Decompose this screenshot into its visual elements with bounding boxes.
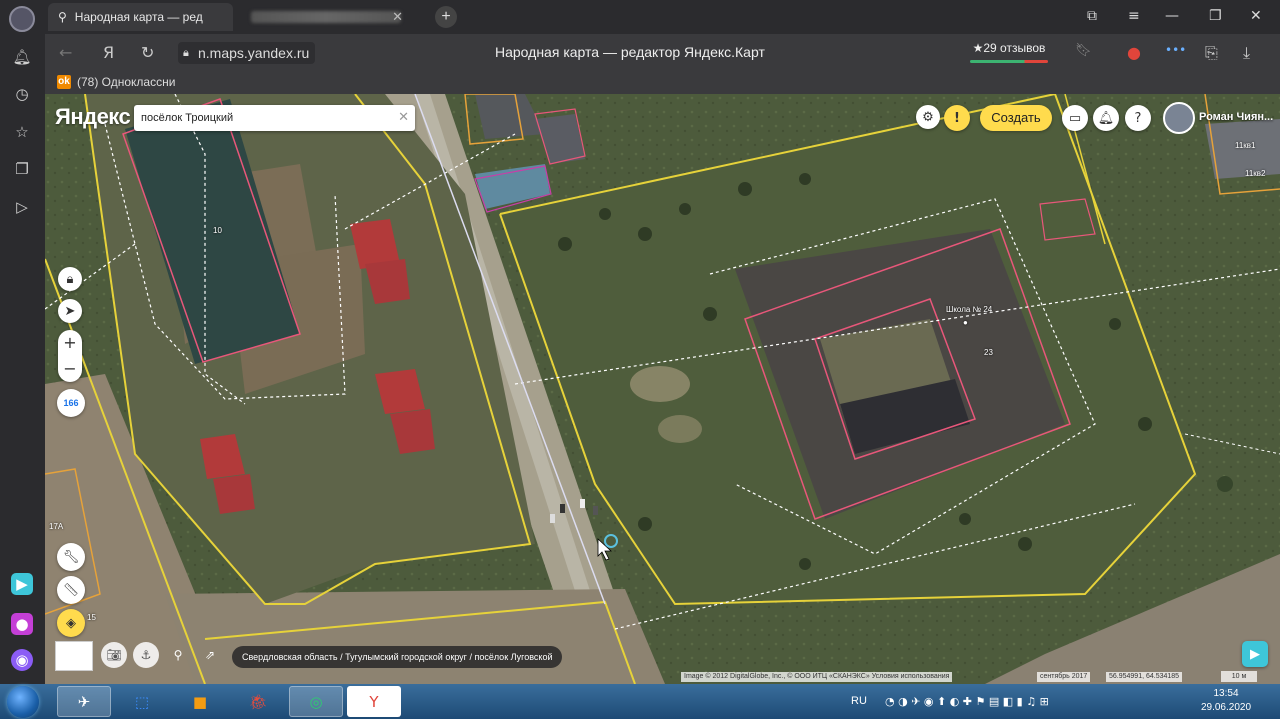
map-scale: 10 м [1221,671,1257,682]
map-type-switcher[interactable] [55,641,93,671]
ladybug-icon[interactable]: 🐞︎ [231,686,285,717]
download-icon[interactable]: ⤓ [1243,43,1250,63]
pdf-editor-icon[interactable]: ■ [173,686,227,717]
minimize-icon[interactable]: — [1165,8,1179,24]
star-icon[interactable]: ☆ [11,121,33,143]
more-dots-icon[interactable]: ••• [1165,43,1186,57]
alice-assistant-icon[interactable]: ◉ [11,649,33,671]
user-name[interactable]: Роман Чиян... [1199,111,1273,123]
video-app-icon[interactable]: ▶ [11,573,33,595]
tab-bar: ⚲ Народная карта — ред ✕ + ⧉ ≡ — ❐ ✕ [45,0,1280,34]
house-label-17a: 17А [49,522,64,531]
lock-icon: 🔒︎ [183,47,189,59]
ruler-icon[interactable]: 📏︎ [57,576,85,604]
clock-time: 13:54 [1213,688,1239,699]
search-input[interactable] [134,105,384,131]
menu-icon[interactable]: ≡ [1128,8,1140,24]
user-avatar[interactable] [1163,102,1195,134]
odnoklassniki-icon: ok [57,75,71,89]
url-field[interactable]: 🔒︎ n.maps.yandex.ru [178,42,316,64]
url-text: n.maps.yandex.ru [198,45,310,61]
system-clock[interactable]: 13:54 29.06.2020 [1196,687,1256,715]
location-pin-icon: ⚲ [58,10,67,24]
house-label-15: 15 [87,613,96,622]
close-icon[interactable]: ✕ [392,9,403,25]
windows-taskbar: ✈ ⬚ ■ 🐞︎ ◎ Y RU ◔ ◑ ✈ ◉ ⬆ ◐ ✚ ⚑ ▤ ◧ ▮ ♫ … [0,684,1280,719]
location-breadcrumb: Свердловская область / Тугулымский город… [232,646,563,668]
geolocation-arrow-icon[interactable]: ➤ [58,299,82,323]
zoom-out-button[interactable]: − [58,356,82,382]
yandex-logo[interactable]: Яндекс [55,104,131,130]
bookmark-odnoklassniki[interactable]: ok (78) Одноклассни [57,75,175,89]
house-label-23: 23 [984,348,993,357]
reviews-label: ★29 отзывов [972,41,1046,55]
house-label-11kv1: 11кв1 [1235,141,1256,150]
browser-sidebar: 🔔︎ ◷ ☆ ❐ ▷ ▶ ● ◉ [0,0,45,684]
tab-blurred[interactable]: ✕ [241,3,411,31]
map-pin-icon[interactable]: ● [1127,43,1141,62]
tray-icons[interactable]: ◔ ◑ ✈ ◉ ⬆ ◐ ✚ ⚑ ▤ ◧ ▮ ♫ ⊞ [885,684,1049,719]
reload-icon[interactable]: ↻ [141,43,154,62]
clear-search-icon[interactable]: ✕ [398,110,409,125]
lock-icon[interactable]: 🔒︎ [58,267,82,291]
imagery-date: сентябрь 2017 [1037,672,1091,682]
start-button[interactable] [7,686,39,718]
settings-gear-icon[interactable]: ⚙ [916,105,940,129]
school-label: Школа № 24 [946,305,993,314]
wrench-icon[interactable]: 🔧︎ [57,543,85,571]
profile-avatar[interactable] [9,6,35,32]
create-button[interactable]: Создать [980,105,1052,131]
yandex-browser-taskbar-icon[interactable]: Y [347,686,401,717]
new-tab-button[interactable]: + [435,6,457,28]
history-clock-icon[interactable]: ◷ [11,83,33,105]
external-link-icon[interactable]: ⇗ [197,642,223,668]
house-label-11kv2: 11кв2 [1245,169,1266,178]
panorama-icon[interactable]: ⚓ [133,642,159,668]
satellite-imagery [45,94,1280,684]
notification-bell-icon[interactable]: 🔔︎ [1093,105,1119,131]
bell-icon[interactable]: 🔔︎ [11,46,33,68]
translate-icon[interactable]: ⎘ [1205,43,1218,63]
tab-title: Народная карта — ред [74,10,203,24]
coordinates-readout: 56.954991, 64.534185 [1106,672,1183,682]
search-box[interactable]: ✕ [134,105,415,131]
tabs-icon[interactable]: ⧉ [1087,8,1097,24]
bookmarks-bar: ok (78) Одноклассни [45,72,1280,94]
zoom-level-badge[interactable]: 166 [57,389,85,417]
blurred-tab-title [251,11,401,23]
help-button[interactable]: ? [1125,105,1151,131]
close-window-icon[interactable]: ✕ [1250,8,1262,24]
rating-bar [970,60,1048,63]
pin-icon[interactable]: ⚲ [165,642,191,668]
video-widget-icon[interactable]: ▶ [1242,641,1268,667]
address-bar: ← Я ↻ 🔒︎ n.maps.yandex.ru Народная карта… [45,34,1280,72]
bookmark-icon[interactable]: 🔖︎ [1075,43,1092,58]
warning-button[interactable]: ! [944,105,970,131]
zoom-control: + − [58,330,82,382]
house-label-10: 10 [213,226,222,235]
back-arrow-icon[interactable]: ← [59,43,72,62]
tab-narodnaya-karta[interactable]: ⚲ Народная карта — ред [48,3,233,31]
telegram-icon[interactable]: ✈ [57,686,111,717]
music-app-icon[interactable]: ● [11,613,33,635]
zoom-in-button[interactable]: + [58,330,82,356]
copyright-text[interactable]: Image © 2012 DigitalGlobe, Inc., © ООО И… [681,672,953,682]
school-icon: ● [963,318,968,327]
page-title: Народная карта — редактор Яндекс.Карт [495,44,765,60]
collections-icon[interactable]: ❐ [11,158,33,180]
layers-icon[interactable]: ◈ [57,609,85,637]
play-icon[interactable]: ▷ [11,196,33,218]
language-indicator[interactable]: RU [851,684,867,719]
camera-icon[interactable]: 📷︎ [101,642,127,668]
reviews-badge[interactable]: ★29 отзывов [968,41,1050,63]
clock-date: 29.06.2020 [1200,702,1252,713]
radio-app-icon[interactable]: ◎ [289,686,343,717]
bookmark-label: (78) Одноклассни [77,75,176,89]
yandex-button[interactable]: Я [103,43,114,62]
map-canvas[interactable]: Яндекс ✕ ⚙ ! Создать ▭ 🔔︎ ? Роман Чиян..… [45,94,1280,684]
chat-icon[interactable]: ▭ [1062,105,1088,131]
snipping-tool-icon[interactable]: ⬚ [115,686,169,717]
restore-icon[interactable]: ❐ [1209,8,1222,24]
